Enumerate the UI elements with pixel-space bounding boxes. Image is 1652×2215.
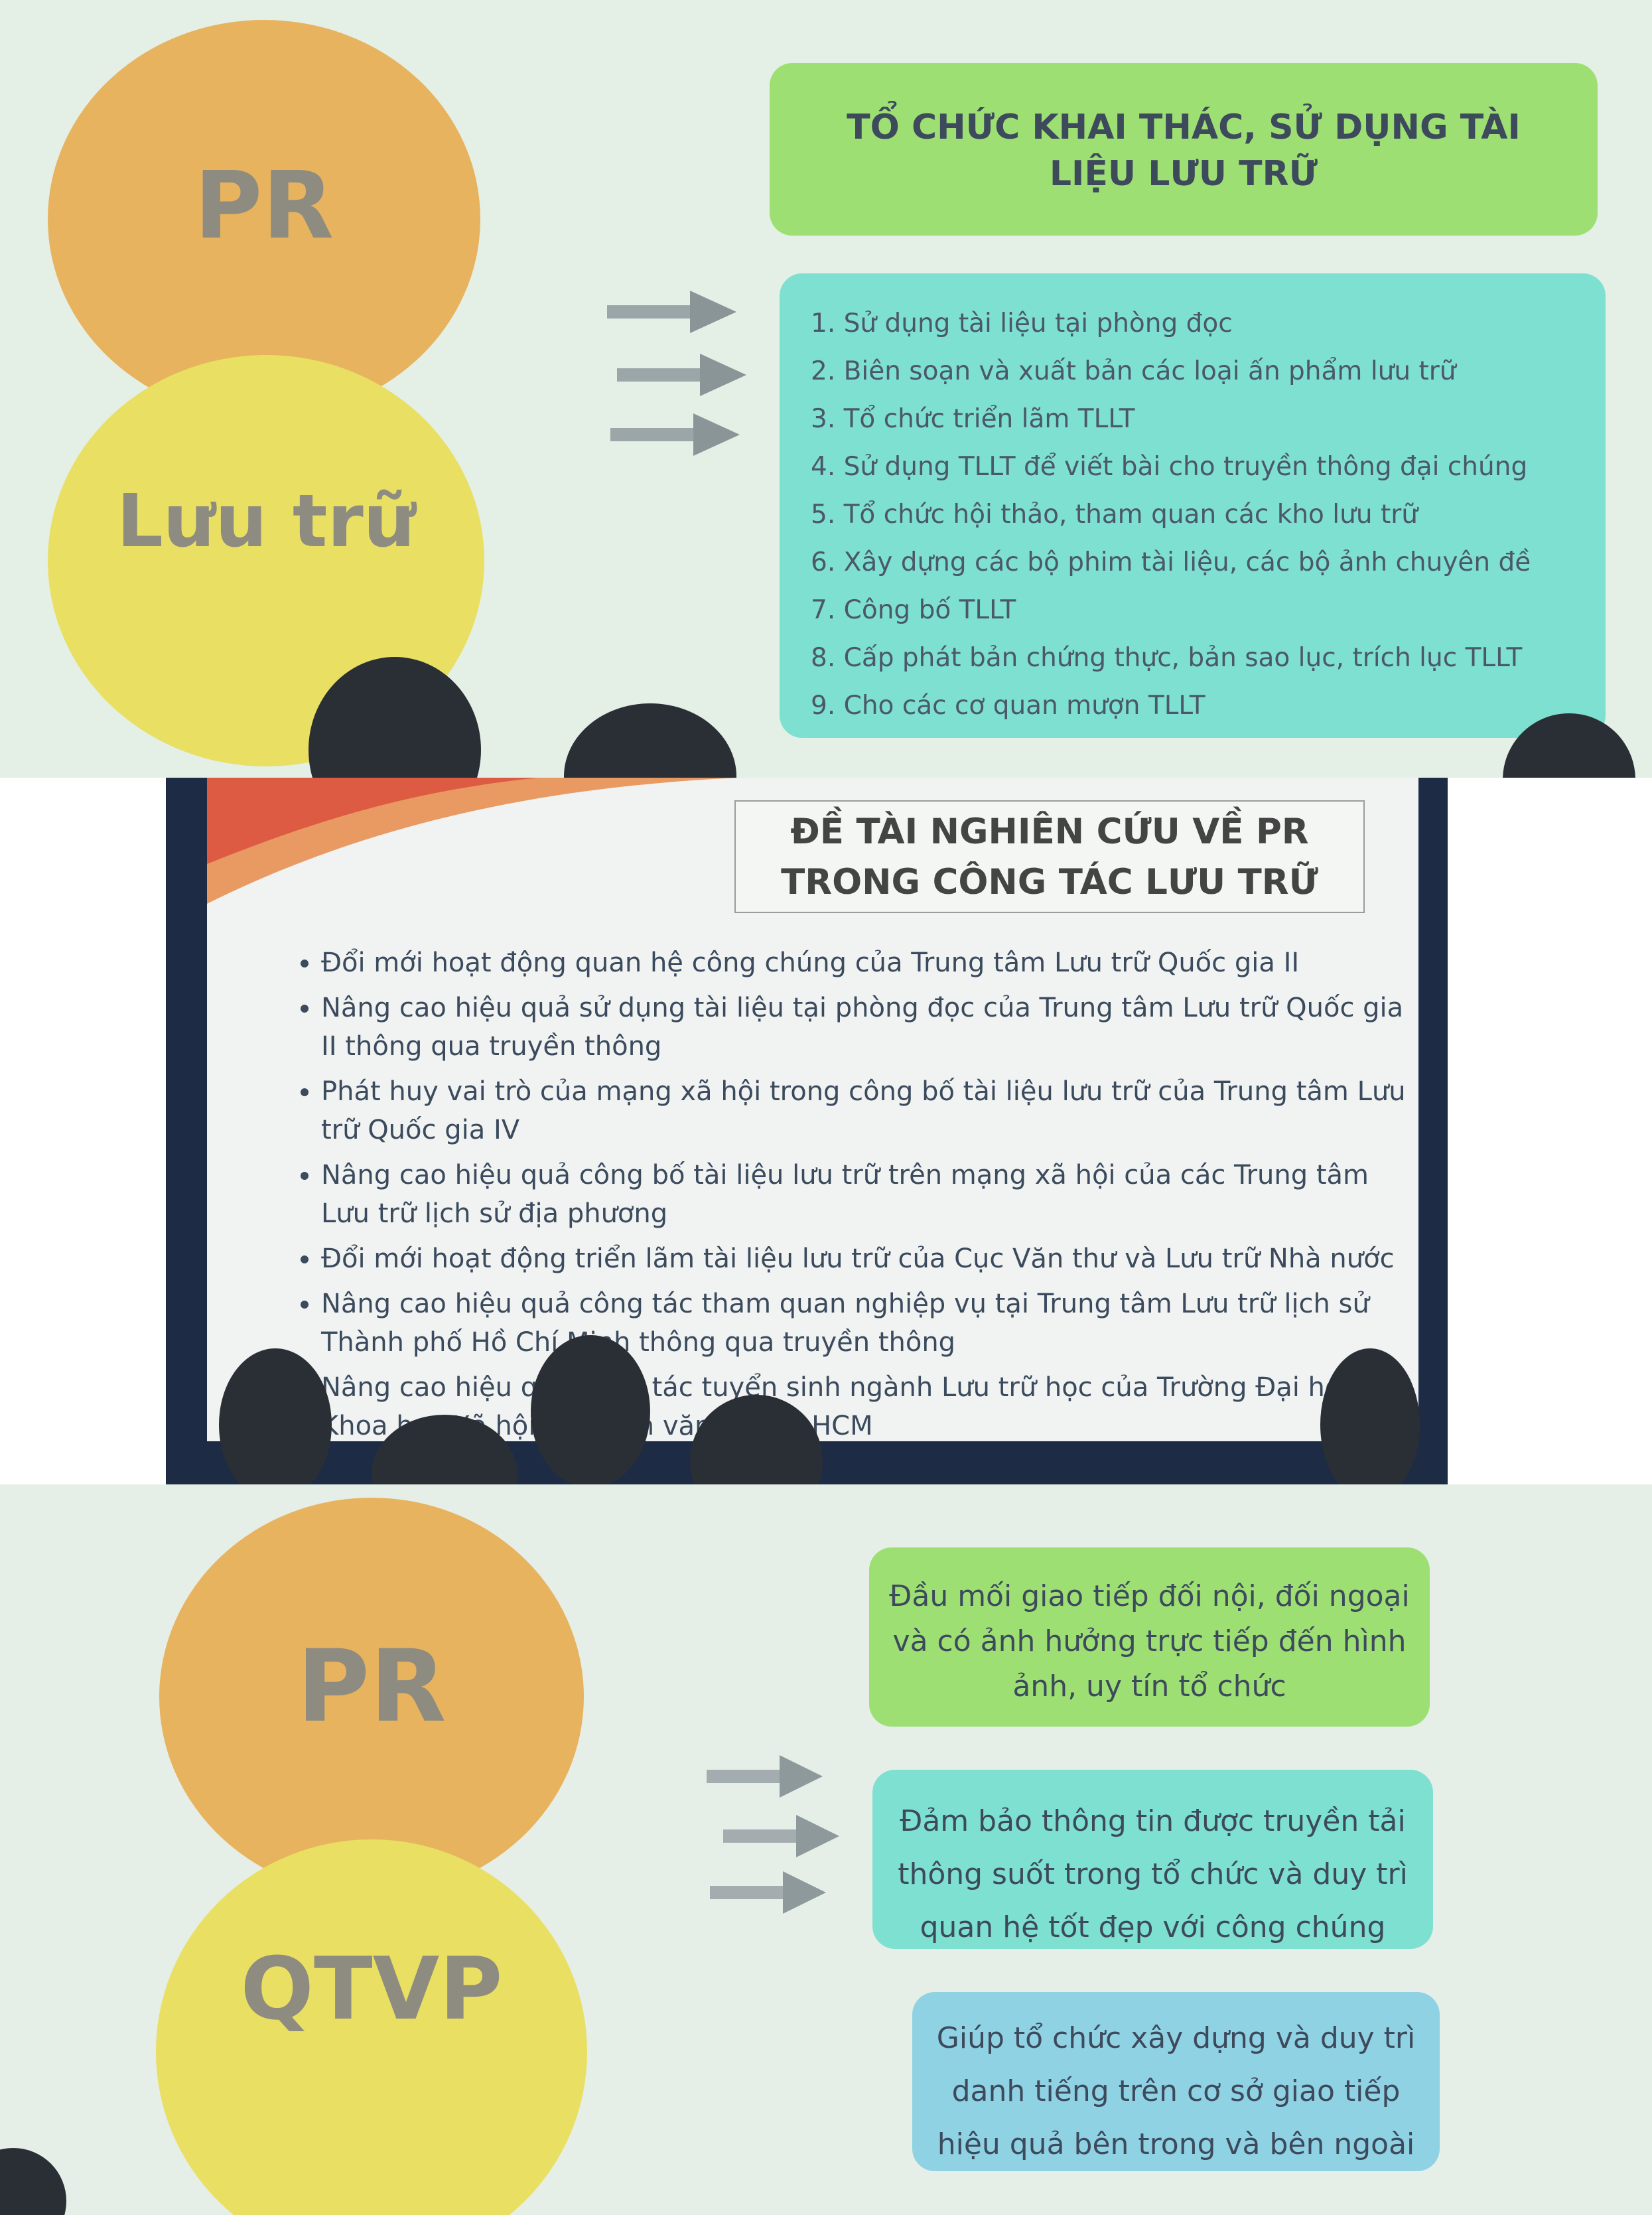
panel-pr-office: PR QTVP Đầu mối giao tiếp đối nội, đối n… [0,1484,1652,2215]
title-box: TỔ CHỨC KHAI THÁC, SỬ DỤNG TÀI LIỆU LƯU … [770,63,1598,236]
box-text: Giúp tổ chức xây dựng và duy trì danh ti… [936,2021,1416,2161]
slide-title: ĐỀ TÀI NGHIÊN CỨU VỀ PR TRONG CÔNG TÁC L… [734,800,1365,913]
audience-head [564,703,736,778]
slide: ĐỀ TÀI NGHIÊN CỨU VỀ PR TRONG CÔNG TÁC L… [207,778,1418,1441]
pr-circle: PR [159,1498,584,1896]
research-list: Đổi mới hoạt động quan hệ công chúng của… [295,944,1416,1452]
arrow-icon [607,291,736,333]
audience-head [0,2148,66,2215]
box-text: Đầu mối giao tiếp đối nội, đối ngoại và … [889,1579,1410,1703]
arrow-icon [707,1755,823,1798]
arrow-icon [617,354,746,396]
slide-decoration [207,778,738,904]
arrow-icon [610,413,740,456]
usage-list: 1. Sử dụng tài liệu tại phòng đọc 2. Biê… [811,300,1594,730]
list-item: 6. Xây dựng các bộ phim tài liệu, các bộ… [811,547,1531,577]
list-item: Đổi mới hoạt động triển lãm tài liệu lưu… [321,1240,1416,1278]
list-item: Phát huy vai trò của mạng xã hội trong c… [321,1072,1416,1149]
list-item: 3. Tổ chức triển lãm TLLT [811,404,1135,434]
pr-label: PR [297,1629,447,1745]
list-item: Nâng cao hiệu quả sử dụng tài liệu tại p… [321,989,1416,1066]
information-flow-box: Đảm bảo thông tin được truyền tải thông … [872,1770,1433,1949]
list-item: 5. Tổ chức hội thảo, tham quan các kho l… [811,500,1418,530]
communication-hub-box: Đầu mối giao tiếp đối nội, đối ngoại và … [869,1547,1430,1727]
list-item: 9. Cho các cơ quan mượn TLLT [811,691,1205,721]
qtvp-circle: QTVP [156,1839,587,2215]
panel-research-topics: ĐỀ TÀI NGHIÊN CỨU VỀ PR TRONG CÔNG TÁC L… [0,778,1652,1484]
list-item: 1. Sử dụng tài liệu tại phòng đọc [811,309,1233,338]
list-item: Đổi mới hoạt động quan hệ công chúng của… [321,944,1416,982]
pr-label: PR [194,151,334,260]
arrow-icon [723,1815,839,1857]
list-item: 2. Biên soạn và xuất bản các loại ấn phẩ… [811,356,1456,386]
qtvp-label: QTVP [240,1938,503,2039]
list-item: 4. Sử dụng TLLT để viết bài cho truyền t… [811,452,1528,482]
arrow-icon [710,1871,826,1914]
list-item: Nâng cao hiệu quả công bố tài liệu lưu t… [321,1156,1416,1233]
title-text: TỔ CHỨC KHAI THÁC, SỬ DỤNG TÀI LIỆU LƯU … [847,107,1521,194]
audience-head [531,1335,650,1484]
archive-label: Lưu trữ [116,478,416,563]
list-item: Nâng cao hiệu quả công tác tham quan ngh… [321,1285,1416,1362]
list-item: 7. Công bố TLLT [811,595,1016,625]
list-item: 8. Cấp phát bản chứng thực, bản sao lục,… [811,643,1523,673]
reputation-box: Giúp tổ chức xây dựng và duy trì danh ti… [912,1992,1440,2171]
box-text: Đảm bảo thông tin được truyền tải thông … [898,1804,1408,1944]
panel-archive-usage: PR Lưu trữ TỔ CHỨC KHAI THÁC, SỬ DỤNG TÀ… [0,0,1652,778]
